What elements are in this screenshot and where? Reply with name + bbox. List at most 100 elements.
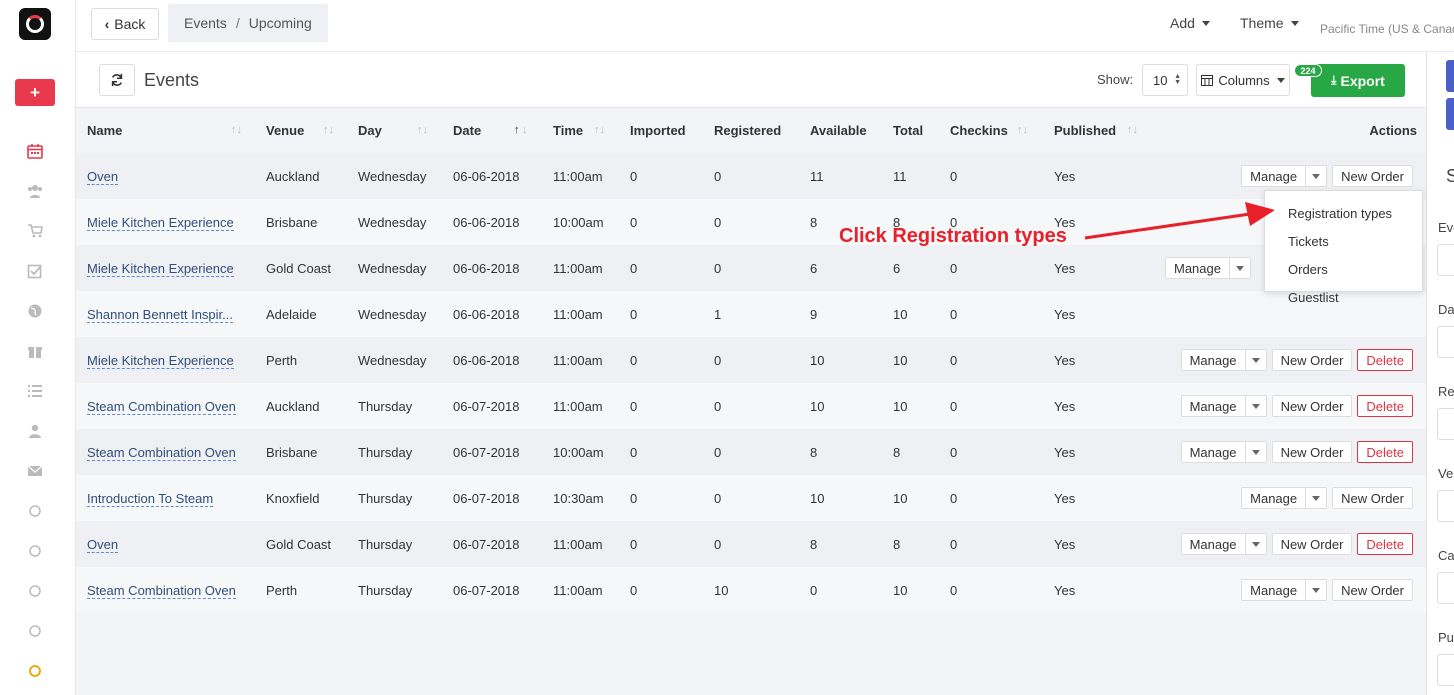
filter-input-published[interactable] <box>1437 654 1454 686</box>
calendar-icon[interactable] <box>26 143 44 159</box>
column-header-published[interactable]: Published ↑↓ <box>1043 108 1163 153</box>
checkbox-icon[interactable] <box>26 263 44 279</box>
filter-input-category[interactable] <box>1437 572 1454 604</box>
circle-icon[interactable] <box>26 503 44 519</box>
cell-total: 6 <box>893 260 901 276</box>
filter-input-registration[interactable] <box>1437 408 1454 440</box>
manage-toggle[interactable] <box>1246 350 1266 370</box>
globe-icon[interactable] <box>26 303 44 319</box>
column-header-venue[interactable]: Venue ↑↓ <box>255 108 347 153</box>
cell-name[interactable]: Steam Combination Oven <box>76 383 255 429</box>
manage-toggle[interactable] <box>1246 396 1266 416</box>
cell-name[interactable]: Steam Combination Oven <box>76 567 255 613</box>
manage-button[interactable]: Manage <box>1241 487 1328 509</box>
manage-toggle[interactable] <box>1246 534 1266 554</box>
user-icon[interactable] <box>26 423 44 439</box>
manage-toggle[interactable] <box>1246 442 1266 462</box>
manage-button[interactable]: Manage <box>1241 165 1328 187</box>
filter-input-venue[interactable] <box>1437 490 1454 522</box>
column-header-time[interactable]: Time ↑↓ <box>542 108 619 153</box>
manage-button[interactable]: Manage <box>1180 441 1267 463</box>
circle-active-icon[interactable] <box>26 663 44 679</box>
event-link[interactable]: Miele Kitchen Experience <box>87 352 234 369</box>
event-link[interactable]: Miele Kitchen Experience <box>87 260 234 277</box>
column-header-day[interactable]: Day ↑↓ <box>347 108 442 153</box>
circle-icon[interactable] <box>26 543 44 559</box>
list-icon[interactable] <box>26 383 44 399</box>
cell-name[interactable]: Shannon Bennett Inspir... <box>76 291 255 337</box>
circle-icon[interactable] <box>26 583 44 599</box>
cell-name[interactable]: Introduction To Steam <box>76 475 255 521</box>
cell-name[interactable]: Steam Combination Oven <box>76 429 255 475</box>
new-order-button[interactable]: New Order <box>1271 533 1353 555</box>
event-link[interactable]: Oven <box>87 168 119 185</box>
event-link[interactable]: Introduction To Steam <box>87 490 214 507</box>
cart-icon[interactable] <box>26 223 44 239</box>
menu-item-registration-types[interactable]: Registration types <box>1265 199 1422 227</box>
cell-name[interactable]: Miele Kitchen Experience <box>76 199 255 245</box>
new-order-button[interactable]: New Order <box>1332 487 1413 509</box>
new-order-button[interactable]: New Order <box>1271 441 1353 463</box>
new-order-button[interactable]: New Order <box>1332 165 1413 187</box>
cell-day: Wednesday <box>358 214 427 230</box>
export-button[interactable]: ⤓ Export <box>1311 64 1405 97</box>
cell-published: Yes <box>1054 536 1076 552</box>
manage-toggle[interactable] <box>1306 488 1326 508</box>
filter-panel: S Eve Da Re Ve Ca Pu <box>1426 52 1454 695</box>
add-menu[interactable]: Add <box>1170 15 1210 31</box>
event-link[interactable]: Shannon Bennett Inspir... <box>87 306 233 323</box>
delete-button[interactable]: Delete <box>1357 349 1413 371</box>
theme-menu[interactable]: Theme <box>1240 15 1299 31</box>
manage-button[interactable]: Manage <box>1180 533 1267 555</box>
refresh-button[interactable] <box>99 64 135 96</box>
menu-item-guestlist[interactable]: Guestlist <box>1265 283 1422 311</box>
cell-name[interactable]: Oven <box>76 153 255 199</box>
panel-button[interactable] <box>1446 98 1454 130</box>
new-order-button[interactable]: New Order <box>1271 395 1353 417</box>
cell-name[interactable]: Oven <box>76 521 255 567</box>
updown-icon: ▲ ▼ <box>1174 73 1181 86</box>
event-link[interactable]: Steam Combination Oven <box>87 398 236 415</box>
manage-button[interactable]: Manage <box>1180 349 1267 371</box>
delete-button[interactable]: Delete <box>1357 441 1413 463</box>
cell-venue: Brisbane <box>266 214 318 230</box>
event-link[interactable]: Steam Combination Oven <box>87 582 236 599</box>
cell-name[interactable]: Miele Kitchen Experience <box>76 245 255 291</box>
manage-toggle[interactable] <box>1306 166 1326 186</box>
filter-input-date[interactable] <box>1437 326 1454 358</box>
cell-registered: 0 <box>714 490 722 506</box>
page-size-select[interactable]: 10 ▲ ▼ <box>1142 64 1188 96</box>
event-link[interactable]: Steam Combination Oven <box>87 444 236 461</box>
cell-actions: Manage New Order Delete <box>1163 383 1426 429</box>
timezone-selector[interactable]: Pacific Time (US & Canada) <box>1320 22 1454 36</box>
new-order-button[interactable]: New Order <box>1332 579 1413 601</box>
circle-icon[interactable] <box>26 623 44 639</box>
delete-button[interactable]: Delete <box>1357 395 1413 417</box>
delete-button[interactable]: Delete <box>1357 533 1413 555</box>
column-header-name[interactable]: Name ↑↓ <box>76 108 255 153</box>
manage-toggle[interactable] <box>1306 580 1326 600</box>
add-button[interactable]: + <box>15 79 55 106</box>
gift-icon[interactable] <box>26 343 44 359</box>
filter-input-event[interactable] <box>1437 244 1454 276</box>
panel-button[interactable] <box>1446 60 1454 92</box>
column-header-date[interactable]: Date ↑ ↓ <box>442 108 542 153</box>
menu-item-orders[interactable]: Orders <box>1265 255 1422 283</box>
cell-name[interactable]: Miele Kitchen Experience <box>76 337 255 383</box>
new-order-button[interactable]: New Order <box>1271 349 1353 371</box>
cell-date: 06-07-2018 <box>453 490 520 506</box>
manage-button[interactable]: Manage <box>1165 257 1251 279</box>
column-header-checkins[interactable]: Checkins ↑↓ <box>939 108 1043 153</box>
breadcrumb-events[interactable]: Events <box>184 15 227 31</box>
manage-button[interactable]: Manage <box>1241 579 1328 601</box>
envelope-icon[interactable] <box>26 463 44 479</box>
manage-button[interactable]: Manage <box>1180 395 1267 417</box>
users-icon[interactable] <box>26 183 44 199</box>
app-logo[interactable] <box>19 8 51 40</box>
columns-button[interactable]: Columns <box>1196 64 1290 96</box>
back-button[interactable]: ‹ Back <box>91 8 159 40</box>
menu-item-tickets[interactable]: Tickets <box>1265 227 1422 255</box>
event-link[interactable]: Miele Kitchen Experience <box>87 214 234 231</box>
manage-toggle[interactable] <box>1230 258 1250 278</box>
event-link[interactable]: Oven <box>87 536 119 553</box>
